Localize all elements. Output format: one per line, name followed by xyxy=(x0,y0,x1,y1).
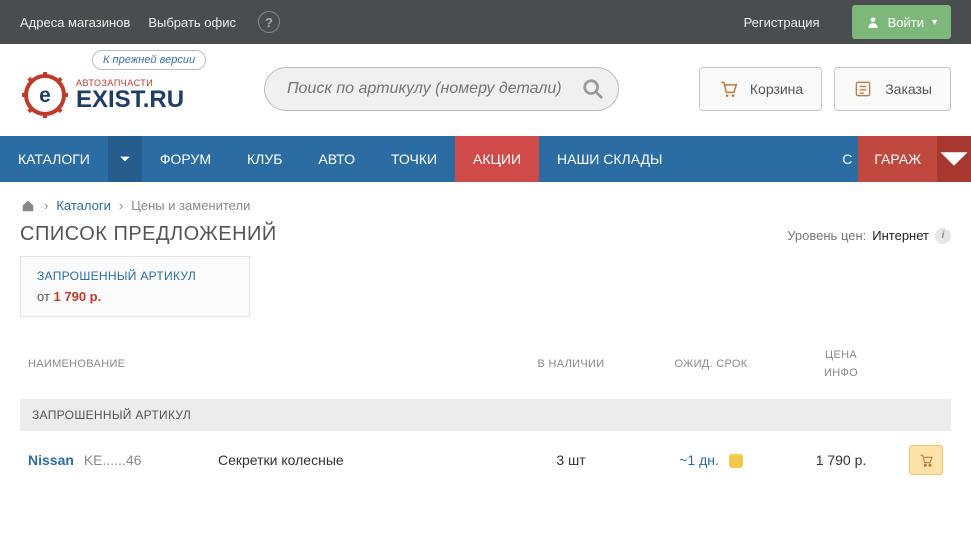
nav-catalogs-expand[interactable] xyxy=(108,136,142,182)
nav-truncated[interactable]: С xyxy=(824,136,858,182)
help-icon[interactable]: ? xyxy=(258,11,280,33)
search-icon[interactable] xyxy=(582,78,604,100)
user-icon xyxy=(866,15,880,29)
nav-garage-expand[interactable] xyxy=(937,136,971,182)
add-to-cart-button[interactable] xyxy=(909,445,943,475)
nav-promo[interactable]: АКЦИИ xyxy=(455,136,539,182)
search-input[interactable] xyxy=(287,80,582,98)
section-header: ЗАПРОШЕННЫЙ АРТИКУЛ xyxy=(20,399,951,431)
article-code: KE......46 xyxy=(84,452,142,468)
col-wait: ОЖИД. СРОК xyxy=(641,339,781,399)
cart-icon xyxy=(718,79,738,99)
chevron-down-icon xyxy=(937,142,971,176)
col-name: НАИМЕНОВАНИЕ xyxy=(20,339,210,399)
nav-catalogs[interactable]: КАТАЛОГИ xyxy=(0,136,108,182)
chevron-down-icon xyxy=(119,153,131,165)
top-bar: Адреса магазинов Выбрать офис ? Регистра… xyxy=(0,0,971,44)
requested-title: ЗАПРОШЕННЫЙ АРТИКУЛ xyxy=(37,269,233,283)
nav-auto[interactable]: АВТО xyxy=(300,136,373,182)
page-title: СПИСОК ПРЕДЛОЖЕНИЙ xyxy=(20,223,277,246)
breadcrumb: › Каталоги › Цены и заменители xyxy=(20,198,951,213)
content: › Каталоги › Цены и заменители СПИСОК ПР… xyxy=(0,182,971,511)
svg-text:e: e xyxy=(39,84,51,107)
login-button[interactable]: Войти ▾ xyxy=(852,5,951,39)
cart-label: Корзина xyxy=(750,81,803,97)
from-label: от xyxy=(37,289,50,304)
col-stock: В НАЛИЧИИ xyxy=(501,339,641,399)
orders-label: Заказы xyxy=(885,81,932,97)
home-icon[interactable] xyxy=(20,199,36,213)
item-description: Секретки колесные xyxy=(210,431,501,489)
header: К прежней версии e АВТОЗАПЧАСТИ EXIST.RU xyxy=(0,44,971,136)
logo[interactable]: e АВТОЗАПЧАСТИ EXIST.RU xyxy=(20,70,184,120)
price-level: Уровень цен: Интернет i xyxy=(787,228,951,244)
nav-points[interactable]: ТОЧКИ xyxy=(373,136,455,182)
logo-title: EXIST.RU xyxy=(76,88,184,112)
nav-garage[interactable]: ГАРАЖ xyxy=(858,136,937,182)
nav-warehouses[interactable]: НАШИ СКЛАДЫ xyxy=(539,136,680,182)
nav-club[interactable]: КЛУБ xyxy=(229,136,300,182)
store-addresses-link[interactable]: Адреса магазинов xyxy=(20,15,130,30)
breadcrumb-sep: › xyxy=(44,198,48,213)
price-value: 1 790 р. xyxy=(781,431,901,489)
price-level-label: Уровень цен: xyxy=(787,228,866,243)
table-row: Nissan KE......46 Секретки колесные 3 шт… xyxy=(20,431,951,489)
old-version-link[interactable]: К прежней версии xyxy=(92,50,206,70)
info-icon[interactable]: i xyxy=(935,228,951,244)
logo-block: К прежней версии e АВТОЗАПЧАСТИ EXIST.RU xyxy=(20,58,184,120)
requested-price: 1 790 р. xyxy=(54,289,102,304)
cart-button[interactable]: Корзина xyxy=(699,67,822,111)
login-label: Войти xyxy=(888,15,924,30)
search-box xyxy=(264,67,619,111)
wait-value: ~1 дн. xyxy=(679,452,719,468)
price-level-value: Интернет xyxy=(872,228,929,243)
requested-article-box: ЗАПРОШЕННЫЙ АРТИКУЛ от 1 790 р. xyxy=(20,256,250,317)
brand-link[interactable]: Nissan xyxy=(28,452,74,468)
list-icon xyxy=(853,79,873,99)
breadcrumb-sep: › xyxy=(119,198,123,213)
register-link[interactable]: Регистрация xyxy=(744,15,820,30)
cart-icon xyxy=(917,452,935,468)
offers-table: НАИМЕНОВАНИЕ В НАЛИЧИИ ОЖИД. СРОК ЦЕНА И… xyxy=(20,339,951,489)
nav-forum[interactable]: ФОРУМ xyxy=(142,136,229,182)
choose-office-link[interactable]: Выбрать офис xyxy=(148,15,236,30)
col-price: ЦЕНА ИНФО xyxy=(781,339,901,399)
logo-gear-icon: e xyxy=(20,70,70,120)
main-nav: КАТАЛОГИ ФОРУМ КЛУБ АВТО ТОЧКИ АКЦИИ НАШ… xyxy=(0,136,971,182)
orders-button[interactable]: Заказы xyxy=(834,67,951,111)
status-indicator xyxy=(729,454,743,468)
breadcrumb-current: Цены и заменители xyxy=(131,198,250,213)
breadcrumb-catalogs[interactable]: Каталоги xyxy=(56,198,111,213)
chevron-down-icon: ▾ xyxy=(932,17,937,28)
stock-value: 3 шт xyxy=(501,431,641,489)
